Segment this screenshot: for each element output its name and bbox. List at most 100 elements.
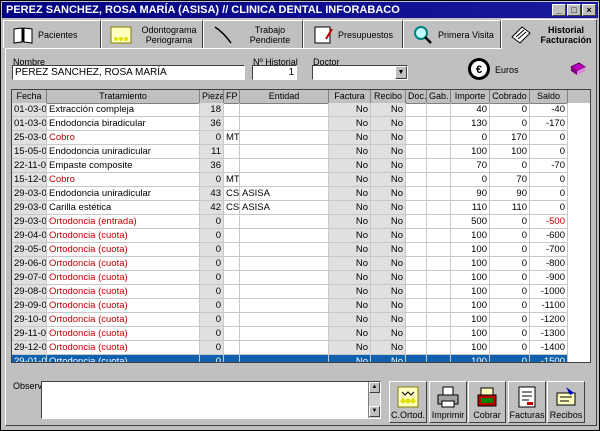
cell-doc[interactable]	[406, 131, 427, 145]
cell-cobrado[interactable]: 0	[490, 243, 530, 257]
col-cobrado[interactable]: Cobrado	[490, 90, 530, 104]
col-pieza[interactable]: Pieza	[200, 90, 224, 104]
cell-fecha[interactable]: 29-07-03	[12, 271, 47, 285]
cell-entidad[interactable]	[240, 313, 329, 327]
cell-gab[interactable]	[427, 131, 451, 145]
historial-field[interactable]: 1	[252, 65, 297, 80]
cell-importe[interactable]: 100	[451, 313, 490, 327]
cell-fp[interactable]	[224, 145, 240, 159]
tab-historial-facturacion[interactable]: Historial Facturación	[501, 19, 597, 49]
cell-fp[interactable]: MT	[224, 131, 240, 145]
cell-fecha[interactable]: 29-06-03	[12, 257, 47, 271]
cell-entidad[interactable]	[240, 131, 329, 145]
minimize-button[interactable]: _	[552, 4, 566, 16]
cell-fecha[interactable]: 29-03-03	[12, 215, 47, 229]
cell-pieza[interactable]: 0	[200, 173, 224, 187]
cell-pieza[interactable]: 0	[200, 327, 224, 341]
chevron-down-icon[interactable]: ▼	[395, 66, 407, 79]
cell-tratamiento[interactable]: Endodoncia uniradicular	[47, 145, 200, 159]
cell-pieza[interactable]: 36	[200, 159, 224, 173]
table-row[interactable]: 29-06-03Ortodoncia (cuota)0NoNo1000-800	[12, 257, 590, 271]
cell-pieza[interactable]: 0	[200, 313, 224, 327]
cell-importe[interactable]: 100	[451, 271, 490, 285]
cell-pieza[interactable]: 11	[200, 145, 224, 159]
col-tratamiento[interactable]: Tratamiento	[47, 90, 200, 104]
cell-tratamiento[interactable]: Ortodoncia (cuota)	[47, 271, 200, 285]
cell-pieza[interactable]: 0	[200, 257, 224, 271]
tab-odontograma[interactable]: Odontograma Periograma	[101, 20, 203, 48]
cell-saldo[interactable]: -700	[530, 243, 568, 257]
cell-saldo[interactable]: -800	[530, 257, 568, 271]
cell-importe[interactable]: 0	[451, 131, 490, 145]
cell-doc[interactable]	[406, 117, 427, 131]
close-button[interactable]: ×	[582, 4, 596, 16]
cell-fp[interactable]	[224, 159, 240, 173]
cell-recibo[interactable]: No	[371, 313, 406, 327]
cell-fp[interactable]: CS	[224, 201, 240, 215]
cell-tratamiento[interactable]: Cobro	[47, 173, 200, 187]
cell-recibo[interactable]: No	[371, 271, 406, 285]
cell-fecha[interactable]: 01-03-02	[12, 117, 47, 131]
cell-factura[interactable]: No	[329, 299, 371, 313]
cell-recibo[interactable]: No	[371, 131, 406, 145]
cell-tratamiento[interactable]: Empaste composite	[47, 159, 200, 173]
cell-pieza[interactable]: 0	[200, 229, 224, 243]
cell-gab[interactable]	[427, 117, 451, 131]
cell-fp[interactable]	[224, 355, 240, 362]
cell-fecha[interactable]: 29-09-03	[12, 299, 47, 313]
cell-tratamiento[interactable]: Ortodoncia (cuota)	[47, 355, 200, 362]
cell-saldo[interactable]: -900	[530, 271, 568, 285]
cell-fp[interactable]	[224, 215, 240, 229]
cell-doc[interactable]	[406, 257, 427, 271]
cell-entidad[interactable]	[240, 159, 329, 173]
cell-entidad[interactable]	[240, 145, 329, 159]
tab-primera-visita[interactable]: Primera Visita	[403, 20, 501, 48]
table-row[interactable]: 29-03-03Carilla estética42CSASISANoNo110…	[12, 201, 590, 215]
table-row[interactable]: 15-05-02Endodoncia uniradicular11 NoNo 100…	[12, 145, 590, 159]
cell-fecha[interactable]: 29-11-03	[12, 327, 47, 341]
table-row[interactable]: 15-12-02Cobro0MTNoNo0700	[12, 173, 590, 187]
cell-fp[interactable]	[224, 285, 240, 299]
cell-cobrado[interactable]: 90	[490, 187, 530, 201]
cell-recibo[interactable]: No	[371, 229, 406, 243]
book-stack-icon[interactable]	[569, 61, 587, 77]
cell-gab[interactable]	[427, 173, 451, 187]
cell-importe[interactable]: 100	[451, 145, 490, 159]
cell-saldo[interactable]: 0	[530, 201, 568, 215]
cell-importe[interactable]: 100	[451, 229, 490, 243]
cell-factura[interactable]: No	[329, 215, 371, 229]
cell-doc[interactable]	[406, 145, 427, 159]
scroll-up-icon[interactable]: ▲	[369, 382, 380, 393]
cell-factura[interactable]: No	[329, 173, 371, 187]
col-factura[interactable]: Factura	[329, 90, 371, 104]
cell-entidad[interactable]	[240, 103, 329, 117]
cell-fp[interactable]	[224, 299, 240, 313]
cell-tratamiento[interactable]: Ortodoncia (cuota)	[47, 229, 200, 243]
doctor-select[interactable]: ▼	[312, 65, 408, 80]
cell-saldo[interactable]: -500	[530, 215, 568, 229]
cell-cobrado[interactable]: 0	[490, 257, 530, 271]
cell-saldo[interactable]: -1100	[530, 299, 568, 313]
cell-saldo[interactable]: 0	[530, 187, 568, 201]
cell-pieza[interactable]: 0	[200, 271, 224, 285]
cell-gab[interactable]	[427, 285, 451, 299]
cell-gab[interactable]	[427, 341, 451, 355]
col-doc[interactable]: Doc.	[406, 90, 427, 104]
table-row[interactable]: 29-03-03Endodoncia uniradicular43CSASISA…	[12, 187, 590, 201]
table-row[interactable]: 29-12-03Ortodoncia (cuota)0NoNo1000-1400	[12, 341, 590, 355]
cell-saldo[interactable]: -70	[530, 159, 568, 173]
cobrar-button[interactable]: Cobrar	[468, 381, 506, 423]
observ-scrollbar[interactable]: ▲ ▼	[368, 382, 380, 418]
cell-fp[interactable]	[224, 103, 240, 117]
table-row[interactable]: 29-07-03Ortodoncia (cuota)0NoNo1000-900	[12, 271, 590, 285]
cell-pieza[interactable]: 0	[200, 243, 224, 257]
cell-pieza[interactable]: 0	[200, 131, 224, 145]
cell-fecha[interactable]: 29-10-03	[12, 313, 47, 327]
cell-gab[interactable]	[427, 271, 451, 285]
col-fp[interactable]: FP	[224, 90, 240, 104]
cell-factura[interactable]: No	[329, 117, 371, 131]
cell-tratamiento[interactable]: Cobro	[47, 131, 200, 145]
cell-doc[interactable]	[406, 159, 427, 173]
cell-cobrado[interactable]: 70	[490, 173, 530, 187]
cell-recibo[interactable]: No	[371, 355, 406, 362]
